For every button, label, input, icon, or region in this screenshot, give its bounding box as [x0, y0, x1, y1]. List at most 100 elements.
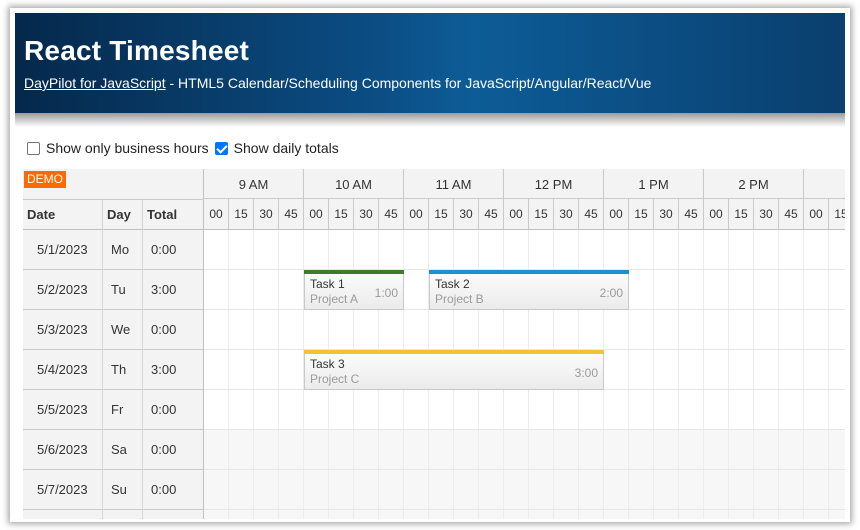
tagline-text: - HTML5 Calendar/Scheduling Components f…	[165, 75, 652, 91]
minute-header: 00	[404, 199, 429, 230]
timeline-cells[interactable]	[204, 230, 845, 270]
minute-header: 00	[304, 199, 329, 230]
column-divider	[103, 470, 143, 510]
timeline-cells[interactable]	[204, 310, 845, 350]
column-divider	[23, 350, 103, 390]
row-total: 0:00	[151, 510, 176, 519]
timeline-cells[interactable]	[204, 390, 845, 430]
timesheet-row: 5/8/2023Mo0:00	[23, 510, 845, 519]
row-total: 0:00	[151, 322, 177, 337]
timesheet-row: 5/6/2023 Sa 0:00	[23, 430, 845, 470]
minute-header: 15	[229, 199, 254, 230]
demo-badge: DEMO	[24, 171, 66, 188]
minute-header: 45	[779, 199, 804, 230]
row-header[interactable]: 5/8/2023Mo0:00	[23, 510, 204, 519]
timesheet-row: 5/7/2023 Su 0:00	[23, 470, 845, 510]
daily-totals-label: Show daily totals	[233, 140, 339, 156]
column-header-date[interactable]: Date	[23, 200, 103, 230]
business-hours-checkbox[interactable]	[27, 141, 40, 155]
column-header-total[interactable]: Total	[143, 200, 204, 230]
timesheet-scheduler: DEMO Date Day Total 9 AM 10 AM 11 AM 12 PM 1…	[23, 169, 845, 519]
row-header[interactable]: 5/2/2023 Tu 3:00	[23, 270, 204, 310]
timeline-cells[interactable]	[204, 470, 845, 510]
column-divider	[103, 390, 143, 430]
column-divider	[23, 510, 103, 519]
page-header: React Timesheet DayPilot for JavaScript …	[15, 13, 845, 127]
minute-header: 30	[254, 199, 279, 230]
minute-header: 15	[829, 199, 845, 230]
column-divider	[103, 430, 143, 470]
minute-header: 45	[479, 199, 504, 230]
minute-header: 15	[729, 199, 754, 230]
hour-header: 10 AM	[304, 169, 404, 199]
minute-header: 30	[654, 199, 679, 230]
minute-header: 15	[329, 199, 354, 230]
timeline-cells[interactable]	[204, 430, 845, 470]
minute-header: 30	[754, 199, 779, 230]
event-name: Task 1	[310, 277, 345, 291]
row-header[interactable]: 5/3/2023 We 0:00	[23, 310, 204, 350]
minute-header: 30	[354, 199, 379, 230]
daypilot-link[interactable]: DayPilot for JavaScript	[24, 75, 166, 91]
row-total: 0:00	[151, 442, 177, 457]
minute-header: 00	[204, 199, 229, 230]
timesheet-row: 5/1/2023 Mo 0:00	[23, 230, 845, 270]
page-title: React Timesheet	[24, 35, 250, 66]
event-name: Task 3	[310, 357, 345, 371]
row-header-columns: Date Day Total	[23, 199, 204, 230]
column-divider	[103, 230, 143, 270]
hour-header: 9 AM	[204, 169, 304, 199]
hour-header: 12 PM	[504, 169, 604, 199]
minute-header: 45	[279, 199, 304, 230]
column-divider	[23, 310, 103, 350]
column-divider	[103, 270, 143, 310]
row-total: 0:00	[151, 482, 177, 497]
scheduler-corner: DEMO Date Day Total	[23, 169, 204, 230]
minute-header: 00	[804, 199, 829, 230]
options-bar: Show only business hours Show daily tota…	[25, 140, 339, 156]
column-divider	[23, 430, 103, 470]
row-header[interactable]: 5/5/2023 Fr 0:00	[23, 390, 204, 430]
event-duration: 3:00	[574, 366, 598, 380]
row-header[interactable]: 5/6/2023 Sa 0:00	[23, 430, 204, 470]
minute-header: 15	[429, 199, 454, 230]
row-total: 0:00	[151, 402, 177, 417]
timesheet-event[interactable]: Task 2 Project B 2:00	[429, 270, 629, 310]
row-header[interactable]: 5/4/2023 Th 3:00	[23, 350, 204, 390]
row-header[interactable]: 5/1/2023 Mo 0:00	[23, 230, 204, 270]
event-project: Project A	[310, 292, 359, 306]
minute-header: 45	[379, 199, 404, 230]
hour-header: 2 PM	[704, 169, 804, 199]
row-total: 0:00	[151, 242, 177, 257]
app-window: React Timesheet DayPilot for JavaScript …	[10, 8, 850, 522]
minute-header: 30	[454, 199, 479, 230]
minute-header: 45	[579, 199, 604, 230]
hour-header: 3	[804, 169, 845, 199]
event-name: Task 2	[435, 277, 470, 291]
hour-header: 1 PM	[604, 169, 704, 199]
row-header[interactable]: 5/7/2023 Su 0:00	[23, 470, 204, 510]
daily-totals-checkbox[interactable]	[214, 141, 228, 155]
timeline-cells[interactable]	[204, 510, 845, 519]
timesheet-event[interactable]: Task 3 Project C 3:00	[304, 350, 604, 390]
column-divider	[103, 510, 143, 519]
business-hours-label: Show only business hours	[46, 140, 209, 156]
event-color-bar	[304, 350, 604, 354]
minute-header: 00	[704, 199, 729, 230]
event-duration: 2:00	[599, 286, 623, 300]
hour-header: 11 AM	[404, 169, 504, 199]
timesheet-row: 5/5/2023 Fr 0:00	[23, 390, 845, 430]
minute-header: 30	[554, 199, 579, 230]
event-project: Project B	[435, 292, 484, 306]
minute-header: 45	[679, 199, 704, 230]
minute-header: 00	[604, 199, 629, 230]
row-total: 3:00	[151, 362, 177, 377]
column-divider	[23, 270, 103, 310]
column-divider	[23, 390, 103, 430]
minute-header: 00	[504, 199, 529, 230]
timesheet-row: 5/3/2023 We 0:00	[23, 310, 845, 350]
timesheet-event[interactable]: Task 1 Project A 1:00	[304, 270, 404, 310]
column-header-day[interactable]: Day	[103, 200, 143, 230]
minute-header: 15	[629, 199, 654, 230]
minute-header: 15	[529, 199, 554, 230]
